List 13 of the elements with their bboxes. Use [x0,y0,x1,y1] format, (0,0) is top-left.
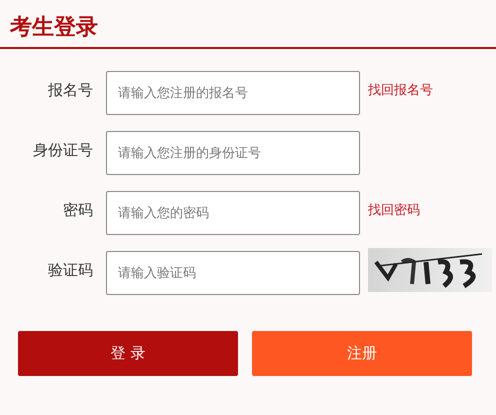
field-label: 验证码 [48,260,93,281]
password-field[interactable]: 请输入您的密码 [106,191,360,235]
page-title: 考生登录 [10,14,98,42]
input-field[interactable]: 请输入您注册的报名号 [106,71,360,115]
recover-link[interactable]: 找回密码 [368,191,420,220]
field-label: 报名号 [48,80,93,101]
login-button[interactable]: 登 录 [18,331,238,376]
input-field[interactable]: 请输入验证码 [106,251,360,295]
recover-link[interactable]: 找回报名号 [368,71,433,100]
register-button[interactable]: 注册 [252,331,472,376]
field-label: 密码 [63,200,93,221]
field-label: 身份证号 [33,140,93,161]
input-field[interactable]: 请输入您注册的身份证号 [106,131,360,175]
